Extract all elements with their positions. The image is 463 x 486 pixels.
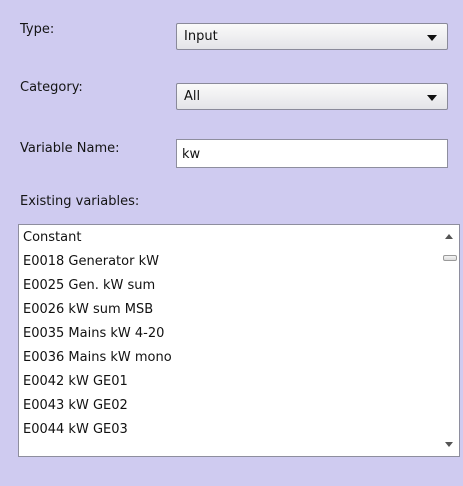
type-label: Type:: [20, 22, 55, 37]
existing-variables-label: Existing variables:: [20, 194, 140, 209]
list-item[interactable]: E0036 Mains kW mono: [23, 350, 172, 372]
type-dropdown-value: Input: [184, 29, 218, 44]
variable-picker-panel: Type: Input Category: All Variable Name:…: [0, 0, 463, 486]
scrollbar-thumb[interactable]: [443, 255, 457, 261]
category-dropdown-value: All: [184, 89, 201, 104]
scroll-down-arrow-icon[interactable]: [445, 442, 453, 447]
existing-variables-list[interactable]: Constant E0018 Generator kW E0025 Gen. k…: [18, 224, 460, 457]
vertical-scrollbar[interactable]: [441, 225, 459, 456]
chevron-down-icon: [427, 95, 437, 101]
list-item[interactable]: E0044 kW GE03: [23, 422, 128, 444]
type-dropdown[interactable]: Input: [176, 23, 448, 50]
list-item[interactable]: E0035 Mains kW 4-20: [23, 326, 164, 348]
list-item[interactable]: E0026 kW sum MSB: [23, 302, 153, 324]
scroll-up-arrow-icon[interactable]: [445, 234, 453, 239]
list-item[interactable]: E0018 Generator kW: [23, 254, 159, 276]
list-item[interactable]: E0042 kW GE01: [23, 374, 128, 396]
category-dropdown[interactable]: All: [176, 83, 448, 110]
variable-name-value: kw: [182, 147, 201, 162]
chevron-down-icon: [427, 35, 437, 41]
list-item[interactable]: E0025 Gen. kW sum: [23, 278, 155, 300]
variable-name-input[interactable]: kw: [176, 139, 448, 168]
category-label: Category:: [20, 80, 83, 95]
variable-name-label: Variable Name:: [20, 141, 120, 156]
list-item[interactable]: Constant: [23, 230, 81, 252]
list-item[interactable]: E0043 kW GE02: [23, 398, 128, 420]
